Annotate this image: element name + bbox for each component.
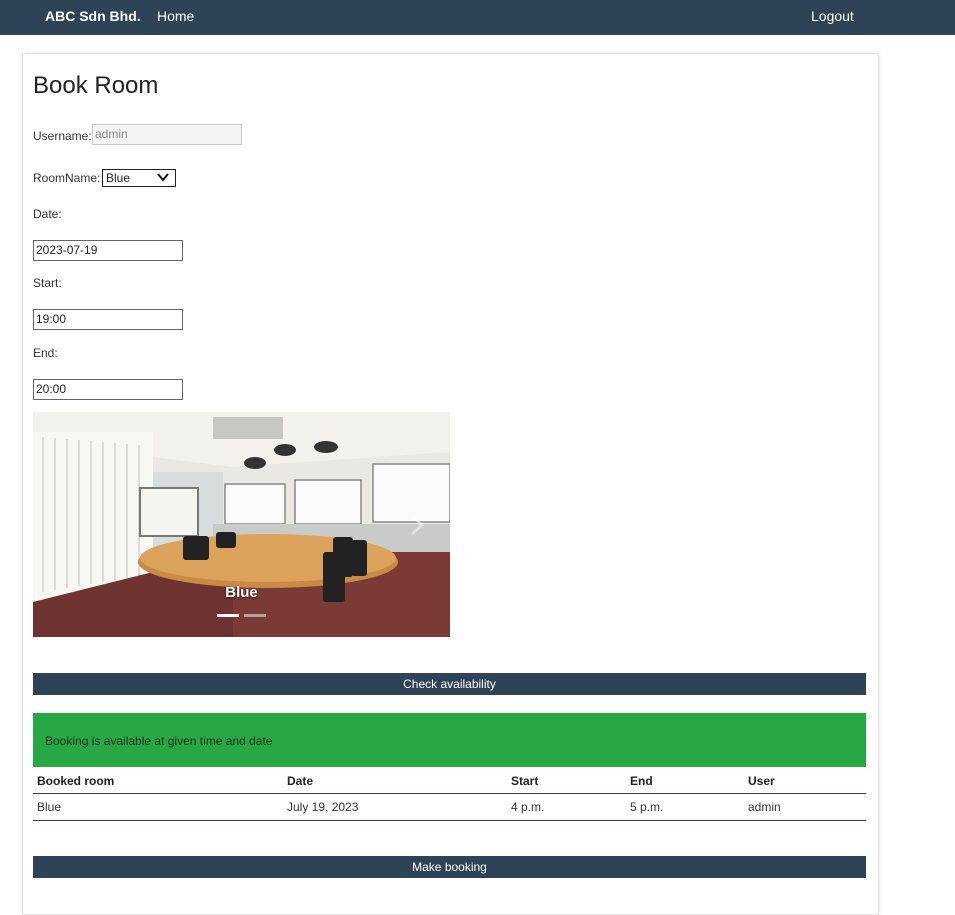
col-start: Start <box>507 769 626 794</box>
cell-date: July 19, 2023 <box>283 793 507 821</box>
nav-home-link[interactable]: Home <box>157 8 194 24</box>
availability-alert: Booking is available at given time and d… <box>33 713 866 767</box>
page-title: Book Room <box>33 72 159 99</box>
alert-message: Booking is available at given time and d… <box>45 734 273 748</box>
cell-user: admin <box>744 793 866 821</box>
cell-booked-room: Blue <box>33 793 283 821</box>
carousel-indicator-1[interactable] <box>217 614 239 617</box>
roomname-select[interactable]: Blue <box>102 169 176 187</box>
table-header-row: Booked room Date Start End User <box>33 769 866 794</box>
nav-logout-link[interactable]: Logout <box>811 8 854 24</box>
top-navbar: ABC Sdn Bhd. Home Logout <box>0 0 955 35</box>
cell-end: 5 p.m. <box>626 793 744 821</box>
bookings-table: Booked room Date Start End User Blue Jul… <box>33 769 866 821</box>
date-label: Date: <box>33 207 62 221</box>
room-carousel[interactable]: Blue <box>33 412 450 637</box>
date-input[interactable]: 2023-07-19 <box>33 240 183 261</box>
cell-start: 4 p.m. <box>507 793 626 821</box>
col-booked-room: Booked room <box>33 769 283 794</box>
carousel-indicator-2[interactable] <box>244 614 266 617</box>
username-field: admin <box>92 124 242 145</box>
end-label: End: <box>33 346 58 360</box>
roomname-selected-value: Blue <box>106 171 131 185</box>
col-end: End <box>626 769 744 794</box>
carousel-next-icon[interactable] <box>407 512 427 538</box>
make-booking-button[interactable]: Make booking <box>33 856 866 878</box>
table-row: Blue July 19, 2023 4 p.m. 5 p.m. admin <box>33 793 866 821</box>
brand-logo[interactable]: ABC Sdn Bhd. <box>45 8 141 24</box>
roomname-label: RoomName: <box>33 171 101 185</box>
col-date: Date <box>283 769 507 794</box>
start-label: Start: <box>33 276 62 290</box>
end-time-input[interactable]: 20:00 <box>33 379 183 400</box>
start-time-input[interactable]: 19:00 <box>33 309 183 330</box>
carousel-caption: Blue <box>225 584 258 601</box>
chevron-down-icon <box>157 173 169 182</box>
col-user: User <box>744 769 866 794</box>
check-availability-button[interactable]: Check availability <box>33 673 866 695</box>
username-label: Username: <box>33 129 92 143</box>
conference-room-image <box>33 412 450 637</box>
